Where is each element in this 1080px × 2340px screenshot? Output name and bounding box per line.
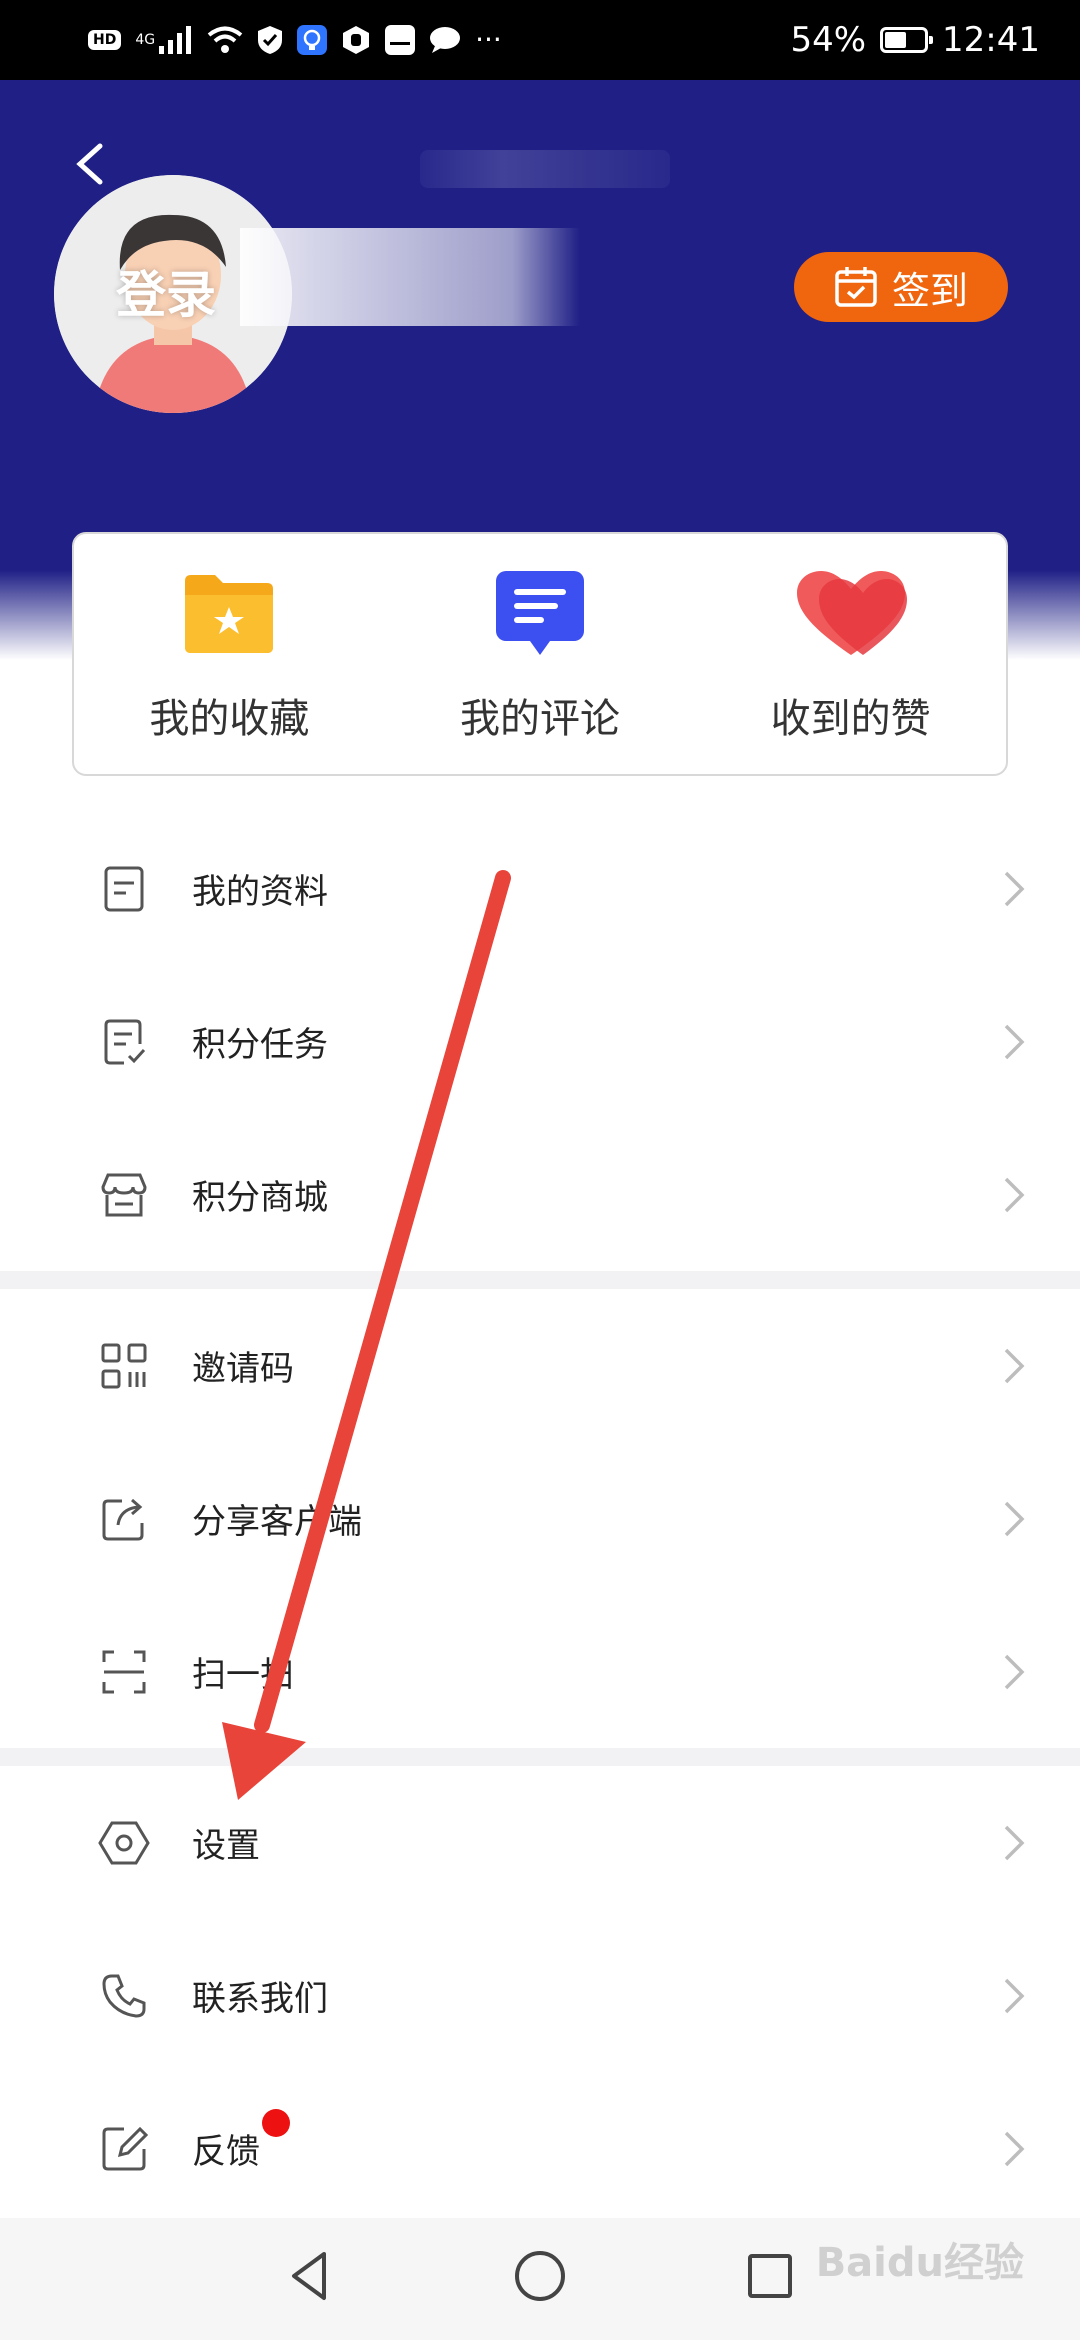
back-arrow-icon[interactable] (70, 140, 110, 188)
more-icon: ··· (475, 23, 502, 56)
chevron-right-icon (1004, 1654, 1025, 1689)
star-folder-icon (181, 564, 277, 664)
settings-icon (98, 1817, 150, 1869)
quick-label: 收到的赞 (770, 696, 931, 742)
scan-icon (98, 1646, 150, 1698)
status-bar: HD 4G ··· 54% 12:41 (0, 0, 1080, 80)
menu-item-settings[interactable]: 设置 (0, 1766, 1080, 1919)
hand-icon (341, 25, 371, 55)
menu-label: 邀请码 (192, 1349, 294, 1389)
chevron-right-icon (1004, 1978, 1025, 2013)
chevron-right-icon (1004, 1177, 1025, 1212)
menu-label: 我的资料 (192, 872, 328, 912)
menu-item-feedback[interactable]: 反馈 (0, 2072, 1080, 2225)
quick-label: 我的收藏 (149, 696, 310, 742)
quick-item-comments[interactable]: 我的评论 (385, 534, 696, 774)
menu-item-contact-us[interactable]: 联系我们 (0, 1919, 1080, 2072)
chevron-right-icon (1004, 871, 1025, 906)
menu-list: 我的资料 积分任务 积分商城 邀请码 分享客户端 扫一扫 设置 联系我们 反馈 (0, 812, 1080, 2225)
feedback-icon (98, 2123, 150, 2175)
shield-icon (257, 25, 283, 55)
message-icon (429, 26, 461, 54)
notification-dot (262, 2109, 290, 2137)
task-list-icon (98, 1016, 150, 1068)
menu-item-points-store[interactable]: 积分商城 (0, 1118, 1080, 1271)
bulb-icon (297, 25, 328, 55)
checkin-label: 签到 (891, 268, 968, 313)
checkin-button[interactable]: 签到 (794, 252, 1008, 322)
nav-back-icon[interactable] (280, 2246, 340, 2306)
heart-icon (793, 564, 909, 664)
section-divider (0, 1271, 1080, 1289)
section-divider (0, 1748, 1080, 1766)
chevron-right-icon (1004, 1825, 1025, 1860)
menu-label: 积分商城 (192, 1178, 328, 1218)
menu-item-points-tasks[interactable]: 积分任务 (0, 965, 1080, 1118)
menu-label: 反馈 (192, 2132, 260, 2172)
share-icon (98, 1493, 150, 1545)
menu-label: 分享客户端 (192, 1502, 362, 1542)
watermark: Baidu经验 (815, 2240, 1024, 2286)
menu-item-profile[interactable]: 我的资料 (0, 812, 1080, 965)
menu-item-invite-code[interactable]: 邀请码 (0, 1289, 1080, 1442)
login-text[interactable]: 登录 (116, 255, 216, 327)
qr-code-icon (98, 1340, 150, 1392)
quick-item-likes[interactable]: 收到的赞 (695, 534, 1006, 774)
battery-icon (880, 27, 934, 53)
store-icon (98, 1169, 150, 1221)
menu-label: 扫一扫 (192, 1655, 294, 1695)
huawei-app-icon (385, 25, 416, 55)
menu-label: 积分任务 (192, 1025, 328, 1065)
menu-item-scan[interactable]: 扫一扫 (0, 1595, 1080, 1748)
wifi-icon (207, 26, 243, 54)
chevron-right-icon (1004, 1024, 1025, 1059)
nav-recent-icon[interactable] (740, 2246, 800, 2306)
nav-home-icon[interactable] (510, 2246, 570, 2306)
comment-icon (494, 564, 586, 664)
title-redacted (420, 150, 670, 188)
chevron-right-icon (1004, 2131, 1025, 2166)
quick-item-favorites[interactable]: 我的收藏 (74, 534, 385, 774)
signal-icon: 4G (135, 26, 193, 54)
quick-label: 我的评论 (460, 696, 620, 742)
hd-badge: HD (88, 30, 122, 50)
battery-percent: 54% (790, 20, 867, 60)
menu-label: 联系我们 (192, 1979, 328, 2019)
menu-item-share-app[interactable]: 分享客户端 (0, 1442, 1080, 1595)
phone-icon (98, 1970, 150, 2022)
username-redacted (240, 228, 580, 326)
menu-label: 设置 (192, 1826, 260, 1866)
clock: 12:41 (942, 20, 1040, 60)
calendar-check-icon (835, 267, 877, 307)
quick-actions-card: 我的收藏 我的评论 收到的赞 (72, 532, 1008, 776)
chevron-right-icon (1004, 1501, 1025, 1536)
profile-doc-icon (98, 863, 150, 915)
chevron-right-icon (1004, 1348, 1025, 1383)
